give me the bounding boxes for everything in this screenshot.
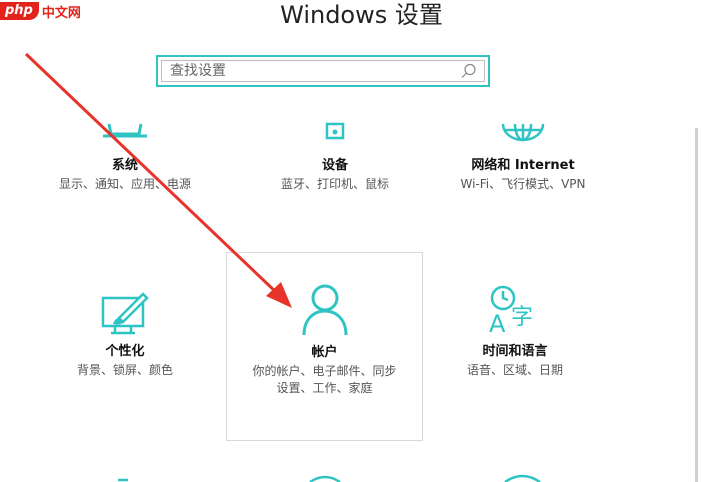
tile-network[interactable]: 网络和 Internet Wi-Fi、飞行模式、VPN [428,120,618,193]
tile-title: 个性化 [105,344,145,359]
tile-title: 系统 [111,158,138,173]
svg-text:字: 字 [511,305,533,330]
keyboard-speaker-icon [325,122,345,140]
tile-desc: Wi-Fi、飞行模式、VPN [460,177,586,191]
tile-desc: 语音、区域、日期 [466,363,563,377]
tile-devices[interactable]: 设备 蓝牙、打印机、鼠标 [240,120,430,193]
tile-title: 网络和 Internet [471,158,575,173]
search-box[interactable] [156,55,490,87]
laptop-icon [103,123,147,138]
tile-desc-line: 设置、工作、家庭 [276,381,373,395]
scrollbar[interactable] [695,128,698,482]
tile-desc: 背景、锁屏、颜色 [76,363,173,377]
tile-desc: 蓝牙、打印机、鼠标 [280,177,389,191]
tile-system[interactable]: 系统 显示、通知、应用、电源 [30,120,220,193]
row3-icons-partial [118,474,541,482]
search-inner [161,60,485,82]
tile-desc: 你的帐户、电子邮件、同步 设置、工作、家庭 [227,363,422,397]
svg-text:A: A [489,310,506,336]
globe-icon [501,123,545,142]
tile-desc-line: 你的帐户、电子邮件、同步 [252,364,397,378]
tile-personalization[interactable]: 个性化 背景、锁屏、颜色 [30,288,220,379]
search-icon[interactable] [460,62,478,80]
page-title: Windows 设置 [280,1,443,29]
tile-time-language[interactable]: A 字 时间和语言 语音、区域、日期 [420,284,610,379]
clock-language-icon: A 字 [489,285,533,336]
search-input[interactable] [162,61,460,81]
tile-desc: 显示、通知、应用、电源 [58,177,191,191]
tile-title: 设备 [321,158,348,173]
person-icon [302,284,347,336]
tile-title: 帐户 [311,345,338,360]
paint-brush-icon [101,292,149,335]
tile-accounts[interactable]: 帐户 你的帐户、电子邮件、同步 设置、工作、家庭 [226,252,423,441]
tile-title: 时间和语言 [482,344,548,359]
